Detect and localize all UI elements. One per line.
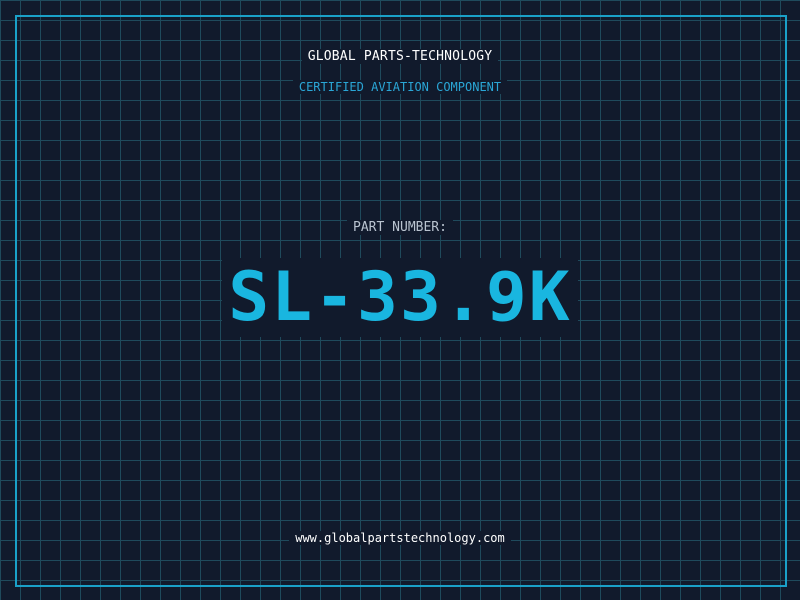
part-number-value-text: SL-33.9K xyxy=(222,258,578,337)
certification-subtitle-text: CERTIFIED AVIATION COMPONENT xyxy=(292,80,508,94)
part-number-label-text: PART NUMBER: xyxy=(347,220,453,235)
part-number-value: SL-33.9K xyxy=(0,258,800,338)
brand-title: GLOBAL PARTS-TECHNOLOGY xyxy=(0,49,800,64)
part-number-label: PART NUMBER: xyxy=(0,220,800,235)
brand-title-text: GLOBAL PARTS-TECHNOLOGY xyxy=(301,49,499,64)
part-label-card: GLOBAL PARTS-TECHNOLOGY CERTIFIED AVIATI… xyxy=(0,0,800,600)
certification-subtitle: CERTIFIED AVIATION COMPONENT xyxy=(0,80,800,94)
website-url-text: www.globalpartstechnology.com xyxy=(289,531,511,545)
website-url: www.globalpartstechnology.com xyxy=(0,531,800,545)
